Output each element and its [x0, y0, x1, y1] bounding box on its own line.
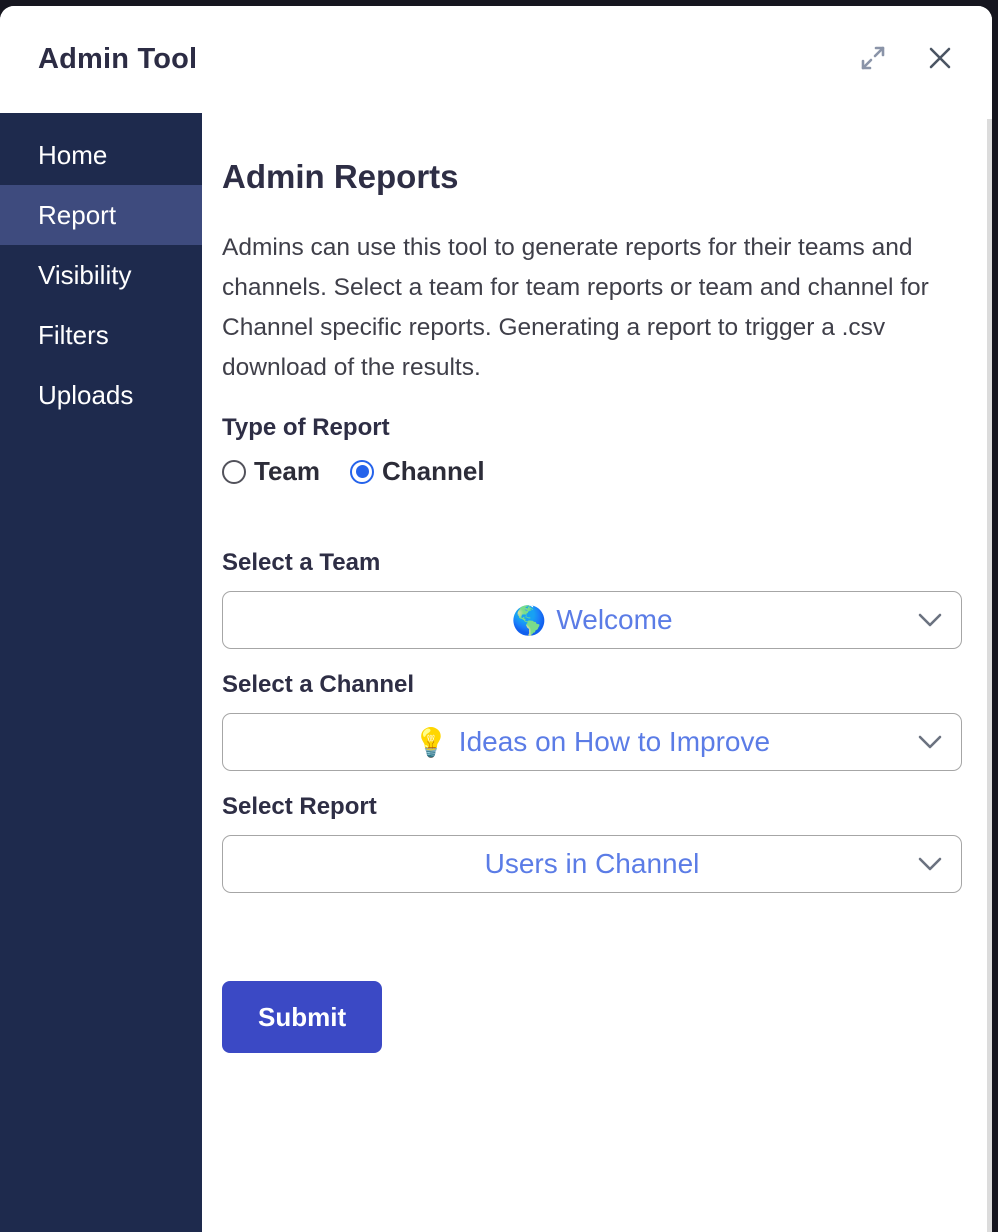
- lightbulb-icon: 💡: [413, 726, 449, 758]
- chevron-down-icon: [917, 612, 943, 628]
- channel-select-text: Ideas on How to Improve: [458, 726, 771, 757]
- sidebar-item-report[interactable]: Report: [0, 185, 202, 245]
- sidebar-item-label: Filters: [38, 319, 109, 350]
- app-background: Admin Tool Home Report Visibility Filter…: [0, 0, 998, 1232]
- report-type-label: Type of Report: [222, 414, 390, 441]
- sidebar-item-home[interactable]: Home: [0, 125, 202, 185]
- sidebar-item-uploads[interactable]: Uploads: [0, 365, 202, 425]
- chevron-down-icon: [917, 856, 943, 872]
- header-actions: [854, 39, 958, 80]
- page-description: Admins can use this tool to generate rep…: [222, 234, 929, 381]
- modal-header: Admin Tool: [0, 6, 992, 113]
- sidebar-item-visibility[interactable]: Visibility: [0, 245, 202, 305]
- expand-button[interactable]: [854, 39, 892, 80]
- report-type-options: Team Channel: [222, 456, 962, 487]
- close-icon: [926, 44, 954, 75]
- channel-select-label: Select a Channel: [222, 671, 415, 698]
- radio-button-team[interactable]: [222, 459, 246, 484]
- chevron-down-icon: [917, 734, 943, 750]
- submit-button[interactable]: Submit: [222, 981, 383, 1053]
- channel-select-group: Select a Channel 💡 Ideas on How to Impro…: [222, 671, 962, 771]
- radio-option-channel[interactable]: Channel: [350, 456, 485, 487]
- page-title: Admin Reports: [222, 158, 459, 195]
- globe-icon: 🌎: [511, 604, 547, 636]
- report-select-text: Users in Channel: [484, 848, 700, 879]
- report-select-label: Select Report: [222, 793, 377, 820]
- team-select-dropdown[interactable]: 🌎 Welcome: [222, 591, 962, 649]
- main-content: Admin Reports Admins can use this tool t…: [202, 113, 992, 1232]
- close-button[interactable]: [922, 40, 958, 79]
- team-select-text: Welcome: [556, 604, 673, 635]
- radio-label-team: Team: [254, 456, 320, 486]
- report-select-dropdown[interactable]: Users in Channel: [222, 835, 962, 893]
- sidebar-item-filters[interactable]: Filters: [0, 305, 202, 365]
- team-select-value: 🌎 Welcome: [511, 604, 672, 637]
- window-title: Admin Tool: [38, 43, 198, 75]
- team-select-label: Select a Team: [222, 549, 381, 576]
- radio-label-channel: Channel: [382, 456, 485, 486]
- sidebar-item-label: Uploads: [38, 379, 134, 410]
- channel-select-dropdown[interactable]: 💡 Ideas on How to Improve: [222, 713, 962, 771]
- sidebar: Home Report Visibility Filters Uploads: [0, 113, 202, 1232]
- sidebar-item-label: Visibility: [38, 259, 132, 290]
- team-select-group: Select a Team 🌎 Welcome: [222, 549, 962, 649]
- admin-tool-modal: Admin Tool Home Report Visibility Filter…: [0, 6, 992, 1232]
- report-select-group: Select Report Users in Channel: [222, 793, 962, 893]
- modal-body: Home Report Visibility Filters Uploads A…: [0, 113, 992, 1232]
- sidebar-item-label: Report: [38, 199, 117, 230]
- channel-select-value: 💡 Ideas on How to Improve: [414, 726, 770, 759]
- report-select-value: Users in Channel: [485, 848, 700, 880]
- sidebar-item-label: Home: [38, 139, 108, 170]
- radio-button-channel[interactable]: [350, 459, 374, 484]
- expand-icon: [858, 43, 888, 76]
- scrollbar[interactable]: [987, 119, 992, 1232]
- radio-option-team[interactable]: Team: [222, 456, 320, 487]
